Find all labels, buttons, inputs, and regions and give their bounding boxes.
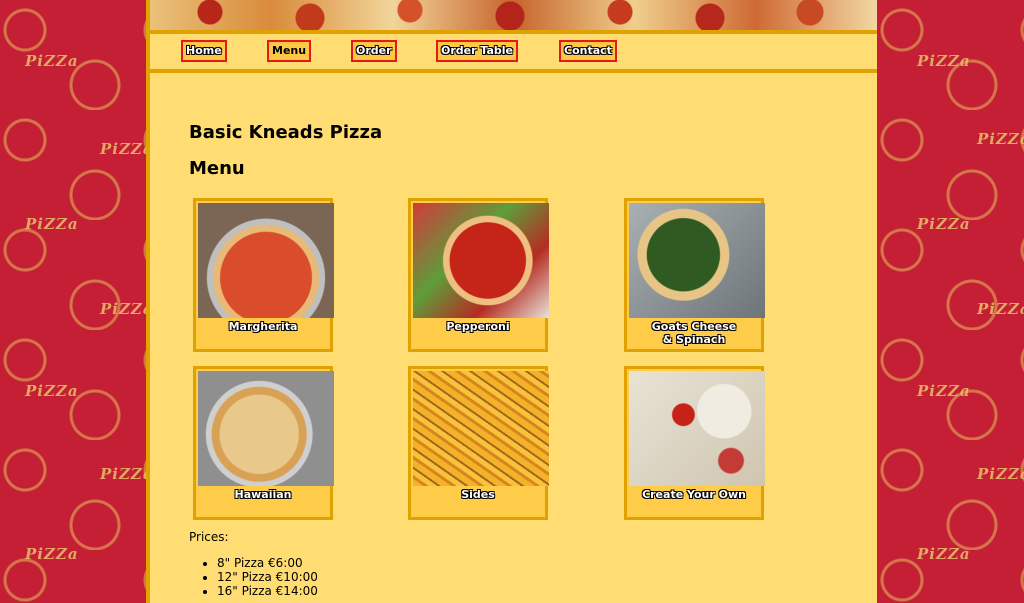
left-pizza-pattern: PiZZa PiZZa PiZZa PiZZa PiZZa PiZZa PiZZ… (0, 0, 150, 603)
price-list: 8" Pizza €6:00 12" Pizza €10:00 16" Pizz… (217, 556, 318, 598)
pattern-word: PiZZa (25, 215, 79, 233)
pattern-word: PiZZa (25, 52, 79, 70)
menu-card-label: Pepperoni (446, 320, 510, 333)
pattern-word: PiZZa (917, 215, 971, 233)
pattern-word: PiZZa (917, 382, 971, 400)
margherita-image (198, 203, 334, 318)
create-your-own-image (629, 371, 765, 486)
nav-menu-button[interactable]: Menu (267, 40, 312, 62)
pattern-word: PiZZa (100, 465, 150, 483)
price-item: 8" Pizza €6:00 (217, 556, 318, 570)
pattern-word: PiZZa (977, 130, 1024, 148)
nav-order-button[interactable]: Order (351, 40, 397, 62)
hawaiian-image (198, 371, 334, 486)
pattern-word: PiZZa (25, 382, 79, 400)
menu-card-sides[interactable]: Sides (408, 366, 549, 520)
price-item: 12" Pizza €10:00 (217, 570, 318, 584)
pattern-word: PiZZa (100, 300, 150, 318)
top-nav: Home Menu Order Order Table Contact (150, 34, 877, 73)
right-pizza-pattern: PiZZa PiZZa PiZZa PiZZa PiZZa PiZZa PiZZ… (877, 0, 1024, 603)
nav-contact-button[interactable]: Contact (559, 40, 617, 62)
pepperoni-image (413, 203, 549, 318)
pattern-word: PiZZa (917, 545, 971, 563)
menu-card-label: Goats Cheese & Spinach (651, 320, 737, 346)
main-content: Home Menu Order Order Table Contact Basi… (150, 0, 877, 603)
prices-label: Prices: (189, 530, 229, 544)
nav-home-button[interactable]: Home (181, 40, 227, 62)
menu-card-margherita[interactable]: Margherita (193, 198, 334, 352)
pattern-word: PiZZa (25, 545, 79, 563)
menu-card-label: Margherita (228, 320, 298, 333)
pizza-banner-image (150, 0, 877, 30)
section-heading: Menu (189, 158, 245, 179)
menu-card-label: Sides (461, 488, 495, 501)
price-item: 16" Pizza €14:00 (217, 584, 318, 598)
sides-image (413, 371, 549, 486)
goats-cheese-spinach-image (629, 203, 765, 318)
pattern-word: PiZZa (977, 465, 1024, 483)
page-title: Basic Kneads Pizza (189, 122, 383, 143)
pattern-word: PiZZa (917, 52, 971, 70)
menu-card-hawaiian[interactable]: Hawaiian (193, 366, 334, 520)
menu-card-label: Hawaiian (234, 488, 292, 501)
pattern-word: PiZZa (977, 300, 1024, 318)
menu-card-label: Create Your Own (642, 488, 746, 501)
nav-order-table-button[interactable]: Order Table (436, 40, 518, 62)
menu-card-pepperoni[interactable]: Pepperoni (408, 198, 549, 352)
menu-card-goats-cheese-spinach[interactable]: Goats Cheese & Spinach (624, 198, 765, 352)
menu-card-create-your-own[interactable]: Create Your Own (624, 366, 765, 520)
pattern-word: PiZZa (100, 140, 150, 158)
